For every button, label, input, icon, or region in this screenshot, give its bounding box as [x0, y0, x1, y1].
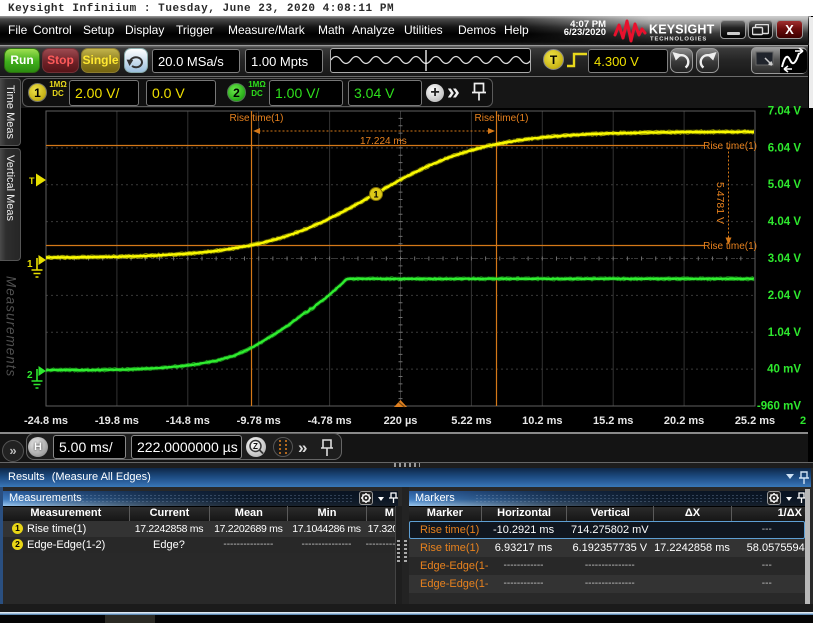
svg-text:2: 2	[800, 415, 806, 427]
svg-text:40 mV: 40 mV	[767, 364, 801, 376]
svg-text:1: 1	[27, 259, 33, 270]
svg-text:2: 2	[27, 370, 33, 381]
svg-text:Rise time(1): Rise time(1)	[703, 141, 757, 152]
svg-text:25.2 ms: 25.2 ms	[735, 415, 775, 427]
svg-text:5.22 ms: 5.22 ms	[451, 415, 491, 427]
svg-text:-9.78 ms: -9.78 ms	[237, 415, 281, 427]
svg-text:7.04 V: 7.04 V	[768, 106, 802, 118]
svg-text:Rise time(1): Rise time(1)	[230, 113, 284, 124]
svg-text:4.04 V: 4.04 V	[768, 216, 802, 228]
svg-text:T: T	[29, 176, 35, 186]
svg-text:3.04 V: 3.04 V	[768, 253, 802, 265]
svg-text:5.04 V: 5.04 V	[768, 179, 802, 191]
svg-text:Rise time(1): Rise time(1)	[703, 241, 757, 252]
svg-text:20.2 ms: 20.2 ms	[664, 415, 704, 427]
svg-text:2.04 V: 2.04 V	[768, 290, 802, 302]
svg-text:Z: Z	[253, 442, 258, 451]
svg-text:Rise time(1): Rise time(1)	[475, 113, 529, 124]
svg-text:5.4781 V: 5.4781 V	[714, 182, 726, 224]
svg-text:-14.8 ms: -14.8 ms	[166, 415, 210, 427]
svg-text:-24.8 ms: -24.8 ms	[24, 415, 68, 427]
svg-text:6.04 V: 6.04 V	[768, 142, 802, 154]
svg-text:1.04 V: 1.04 V	[768, 327, 802, 339]
svg-text:15.2 ms: 15.2 ms	[593, 415, 633, 427]
svg-text:-960 mV: -960 mV	[757, 401, 801, 413]
svg-text:-4.78 ms: -4.78 ms	[308, 415, 352, 427]
svg-text:220 µs: 220 µs	[384, 415, 418, 427]
svg-text:1: 1	[373, 190, 378, 200]
svg-text:17.224 ms: 17.224 ms	[360, 136, 407, 147]
svg-text:-19.8 ms: -19.8 ms	[95, 415, 139, 427]
svg-text:10.2 ms: 10.2 ms	[522, 415, 562, 427]
